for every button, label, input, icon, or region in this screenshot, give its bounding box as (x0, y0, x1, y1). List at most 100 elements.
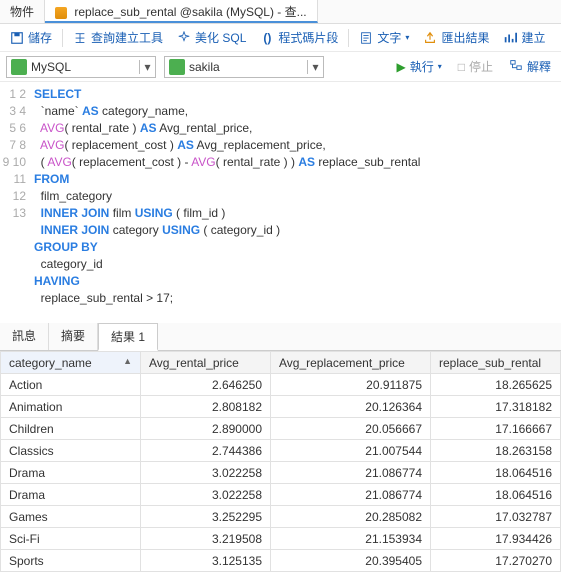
cell-replace-sub[interactable]: 18.265625 (431, 374, 561, 396)
disk-icon (10, 31, 24, 45)
cell-category[interactable]: Children (1, 418, 141, 440)
result-tabbar: 訊息 摘要 結果 1 (0, 323, 561, 351)
cell-avg-rental[interactable]: 2.890000 (141, 418, 271, 440)
export-label: 匯出結果 (441, 29, 489, 46)
cell-avg-replacement[interactable]: 20.056667 (271, 418, 431, 440)
run-button[interactable]: ▶ 執行 ▾ (392, 56, 445, 77)
table-row[interactable]: Drama3.02225821.08677418.064516 (1, 484, 561, 506)
main-toolbar: 儲存 查詢建立工具 美化 SQL () 程式碼片段 文字 ▾ 匯出結果 建立 (0, 24, 561, 52)
snippet-button[interactable]: () 程式碼片段 (254, 27, 344, 48)
chart-icon (503, 31, 517, 45)
save-button[interactable]: 儲存 (4, 27, 58, 48)
sort-asc-icon: ▲ (123, 356, 132, 366)
tab-messages[interactable]: 訊息 (0, 323, 49, 350)
sql-file-icon (55, 7, 67, 19)
cell-avg-rental[interactable]: 3.125135 (141, 550, 271, 572)
cell-replace-sub[interactable]: 18.263158 (431, 440, 561, 462)
query-builder-button[interactable]: 查詢建立工具 (67, 27, 169, 48)
cell-avg-rental[interactable]: 3.252295 (141, 506, 271, 528)
brackets-icon: () (260, 31, 274, 45)
table-row[interactable]: Animation2.80818220.12636417.318182 (1, 396, 561, 418)
wrench-icon (73, 31, 87, 45)
separator (62, 29, 63, 47)
stop-icon: □ (458, 60, 465, 74)
cell-avg-rental[interactable]: 2.646250 (141, 374, 271, 396)
cell-replace-sub[interactable]: 17.318182 (431, 396, 561, 418)
run-label: 執行 (410, 58, 434, 75)
tab-summary[interactable]: 摘要 (49, 323, 98, 350)
chevron-down-icon: ▾ (438, 62, 442, 71)
cell-replace-sub[interactable]: 18.064516 (431, 462, 561, 484)
col-category-name[interactable]: category_name ▲ (1, 352, 141, 374)
text-label: 文字 (377, 29, 401, 46)
cell-replace-sub[interactable]: 17.166667 (431, 418, 561, 440)
query-builder-label: 查詢建立工具 (91, 29, 163, 46)
export-icon (423, 31, 437, 45)
beautify-label: 美化 SQL (195, 29, 246, 46)
tab-objects[interactable]: 物件 (0, 0, 45, 23)
database-label: sakila (189, 60, 307, 74)
beautify-button[interactable]: 美化 SQL (171, 27, 252, 48)
create-label: 建立 (521, 29, 545, 46)
table-row[interactable]: Sports3.12513520.39540517.270270 (1, 550, 561, 572)
cell-replace-sub[interactable]: 17.270270 (431, 550, 561, 572)
tab-result1[interactable]: 結果 1 (98, 323, 158, 351)
table-row[interactable]: Action2.64625020.91187518.265625 (1, 374, 561, 396)
connection-row: MySQL ▾ sakila ▾ ▶ 執行 ▾ □ 停止 解釋 (0, 52, 561, 82)
cell-avg-replacement[interactable]: 20.395405 (271, 550, 431, 572)
table-row[interactable]: Classics2.74438621.00754418.263158 (1, 440, 561, 462)
chevron-down-icon: ▾ (307, 60, 323, 74)
play-icon: ▶ (396, 60, 405, 74)
sql-code[interactable]: SELECT `name` AS category_name, AVG( ren… (34, 86, 424, 307)
cell-category[interactable]: Classics (1, 440, 141, 462)
tab-query[interactable]: replace_sub_rental @sakila (MySQL) - 查..… (45, 0, 318, 23)
database-icon (169, 59, 185, 75)
sparkle-icon (177, 31, 191, 45)
cell-avg-replacement[interactable]: 21.086774 (271, 462, 431, 484)
line-gutter: 1 2 3 4 5 6 7 8 9 10 11 12 13 (0, 86, 34, 307)
separator (348, 29, 349, 47)
cell-category[interactable]: Drama (1, 484, 141, 506)
mysql-icon (11, 59, 27, 75)
cell-avg-replacement[interactable]: 20.285082 (271, 506, 431, 528)
document-tabbar: 物件 replace_sub_rental @sakila (MySQL) - … (0, 0, 561, 24)
cell-replace-sub[interactable]: 18.064516 (431, 484, 561, 506)
connection-label: MySQL (31, 60, 139, 74)
cell-category[interactable]: Animation (1, 396, 141, 418)
explain-label: 解釋 (527, 58, 551, 75)
col-avg-replacement-price[interactable]: Avg_replacement_price (271, 352, 431, 374)
chevron-down-icon: ▾ (405, 33, 409, 42)
table-row[interactable]: Games3.25229520.28508217.032787 (1, 506, 561, 528)
cell-avg-replacement[interactable]: 21.007544 (271, 440, 431, 462)
cell-avg-replacement[interactable]: 20.911875 (271, 374, 431, 396)
cell-replace-sub[interactable]: 17.032787 (431, 506, 561, 528)
cell-avg-replacement[interactable]: 21.086774 (271, 484, 431, 506)
cell-category[interactable]: Sports (1, 550, 141, 572)
connection-selector[interactable]: MySQL ▾ (6, 56, 156, 78)
cell-avg-rental[interactable]: 3.022258 (141, 462, 271, 484)
export-button[interactable]: 匯出結果 (417, 27, 495, 48)
stop-label: 停止 (469, 58, 493, 75)
sql-editor[interactable]: 1 2 3 4 5 6 7 8 9 10 11 12 13 SELECT `na… (0, 82, 561, 317)
cell-category[interactable]: Games (1, 506, 141, 528)
chevron-down-icon: ▾ (139, 60, 155, 74)
cell-category[interactable]: Drama (1, 462, 141, 484)
cell-avg-replacement[interactable]: 20.126364 (271, 396, 431, 418)
snippet-label: 程式碼片段 (278, 29, 338, 46)
explain-button[interactable]: 解釋 (505, 56, 555, 77)
create-button[interactable]: 建立 (497, 27, 551, 48)
save-label: 儲存 (28, 29, 52, 46)
database-selector[interactable]: sakila ▾ (164, 56, 324, 78)
document-icon (359, 31, 373, 45)
text-button[interactable]: 文字 ▾ (353, 27, 415, 48)
table-row[interactable]: Drama3.02225821.08677418.064516 (1, 462, 561, 484)
col-replace-sub-rental[interactable]: replace_sub_rental (431, 352, 561, 374)
grid-header-row: category_name ▲ Avg_rental_price Avg_rep… (1, 352, 561, 374)
stop-button[interactable]: □ 停止 (454, 56, 497, 77)
cell-avg-rental[interactable]: 3.022258 (141, 484, 271, 506)
col-avg-rental-price[interactable]: Avg_rental_price (141, 352, 271, 374)
cell-avg-rental[interactable]: 2.744386 (141, 440, 271, 462)
table-row[interactable]: Children2.89000020.05666717.166667 (1, 418, 561, 440)
cell-category[interactable]: Action (1, 374, 141, 396)
cell-avg-rental[interactable]: 2.808182 (141, 396, 271, 418)
